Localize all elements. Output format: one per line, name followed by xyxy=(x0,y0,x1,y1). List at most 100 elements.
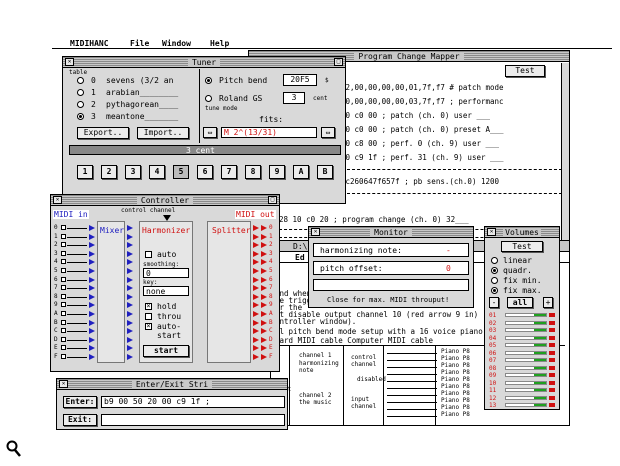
tuner-key-button[interactable]: 3 xyxy=(125,165,141,179)
midi-out-arrow-icon[interactable] xyxy=(261,259,267,266)
midi-in-arrow-icon[interactable] xyxy=(89,225,95,231)
channel-in-checkbox[interactable] xyxy=(61,233,66,239)
table-name-field[interactable]: meantone_______ xyxy=(103,111,195,122)
channel-in-checkbox[interactable] xyxy=(61,293,66,299)
midi-out-arrow-icon[interactable] xyxy=(261,268,267,274)
smoothing-value[interactable]: 0 xyxy=(143,268,189,278)
tuner-key-button[interactable]: 1 xyxy=(77,165,93,179)
midi-in-arrow-icon[interactable] xyxy=(89,328,95,335)
volume-slider[interactable] xyxy=(505,320,547,325)
fits-prev-icon[interactable]: ⇔ xyxy=(203,127,217,138)
enter-string-field[interactable]: b9 00 50 20 00 c9 1f ; xyxy=(101,396,285,408)
close-icon[interactable]: ✕ xyxy=(311,228,320,236)
volume-mode-radio[interactable] xyxy=(491,277,498,284)
midi-in-arrow-icon[interactable] xyxy=(89,285,95,292)
roland-gs-radio[interactable] xyxy=(205,95,212,102)
volume-plus-button[interactable]: + xyxy=(543,297,553,308)
fits-value[interactable]: M 2^(13/31) xyxy=(221,127,317,138)
volumes-test-button[interactable]: Test xyxy=(501,241,543,252)
channel-in-checkbox[interactable] xyxy=(61,250,66,256)
table-name-field[interactable]: arabian________ xyxy=(103,87,195,98)
hold-checkbox[interactable]: × xyxy=(145,303,152,310)
table-name-field[interactable]: pythagorean____ xyxy=(103,99,195,110)
midi-in-arrow-icon[interactable] xyxy=(89,276,95,283)
channel-in-checkbox[interactable] xyxy=(61,259,66,265)
volume-mode-radio[interactable] xyxy=(491,267,498,274)
midi-out-arrow-icon[interactable] xyxy=(261,293,267,300)
volume-slider[interactable] xyxy=(505,380,547,385)
monitor-titlebar[interactable]: ✕ Monitor xyxy=(309,227,473,238)
volume-slider[interactable] xyxy=(505,365,547,370)
pitch-bend-value[interactable]: 20F5 xyxy=(283,74,317,86)
midi-in-arrow-icon[interactable] xyxy=(89,259,95,266)
document-menu-edit[interactable]: Ed xyxy=(295,253,305,262)
menu-file[interactable]: File xyxy=(130,39,149,48)
channel-in-checkbox[interactable] xyxy=(61,319,66,325)
midi-in-arrow-icon[interactable] xyxy=(89,268,95,274)
import-button[interactable]: Import.. xyxy=(137,127,189,139)
volume-minus-button[interactable]: - xyxy=(489,297,499,308)
close-icon[interactable]: ✕ xyxy=(65,58,74,66)
midi-out-arrow-icon[interactable] xyxy=(261,233,267,240)
fullscreen-icon[interactable]: □ xyxy=(334,58,343,66)
menu-window[interactable]: Window xyxy=(162,39,191,48)
table-radio[interactable] xyxy=(77,113,84,120)
tuner-key-button[interactable]: 4 xyxy=(149,165,165,179)
midi-in-arrow-icon[interactable] xyxy=(89,293,95,300)
volume-slider[interactable] xyxy=(505,403,547,407)
close-icon[interactable]: ✕ xyxy=(53,196,62,204)
channel-in-checkbox[interactable] xyxy=(61,276,66,282)
volume-slider[interactable] xyxy=(505,350,547,355)
midi-in-arrow-icon[interactable] xyxy=(89,233,95,240)
midi-in-arrow-icon[interactable] xyxy=(89,242,95,249)
midi-in-arrow-icon[interactable] xyxy=(89,250,95,257)
channel-in-checkbox[interactable] xyxy=(61,268,66,273)
volume-slider[interactable] xyxy=(505,395,547,400)
export-button[interactable]: Export.. xyxy=(77,127,129,139)
table-name-field[interactable]: sevens (3/2 an xyxy=(103,75,195,86)
enter-button[interactable]: Enter: xyxy=(63,396,97,408)
midi-out-arrow-icon[interactable] xyxy=(261,302,267,309)
exit-string-field[interactable] xyxy=(101,414,285,426)
midi-out-arrow-icon[interactable] xyxy=(261,345,267,352)
close-icon[interactable]: ✕ xyxy=(59,380,68,388)
midi-out-arrow-icon[interactable] xyxy=(261,242,267,249)
tuner-titlebar[interactable]: ✕ Tuner □ xyxy=(63,57,345,68)
tuner-key-button[interactable]: 7 xyxy=(221,165,237,179)
volume-all-button[interactable]: all xyxy=(507,297,533,308)
roland-gs-value[interactable]: 3 xyxy=(283,92,305,104)
midi-in-arrow-icon[interactable] xyxy=(89,336,95,343)
channel-in-checkbox[interactable] xyxy=(61,328,66,334)
tuner-key-button[interactable]: 2 xyxy=(101,165,117,179)
midi-out-arrow-icon[interactable] xyxy=(261,225,267,231)
table-radio[interactable] xyxy=(77,101,84,108)
tuner-key-button[interactable]: 5 xyxy=(173,165,189,179)
volume-slider[interactable] xyxy=(505,313,547,317)
volumes-titlebar[interactable]: ✕ Volumes xyxy=(485,227,559,238)
channel-in-checkbox[interactable] xyxy=(61,225,66,230)
tuner-key-button[interactable]: 8 xyxy=(245,165,261,179)
tuner-key-button[interactable]: A xyxy=(293,165,309,179)
autostart-checkbox[interactable]: × xyxy=(145,323,152,330)
start-button[interactable]: start xyxy=(143,345,189,357)
midi-out-arrow-icon[interactable] xyxy=(261,319,267,326)
table-radio[interactable] xyxy=(77,89,84,96)
pitch-bend-radio[interactable] xyxy=(205,77,212,84)
volume-mode-radio[interactable] xyxy=(491,257,498,264)
midi-in-arrow-icon[interactable] xyxy=(89,354,95,360)
midi-in-arrow-icon[interactable] xyxy=(89,319,95,326)
auto-checkbox[interactable] xyxy=(145,251,152,258)
menu-help[interactable]: Help xyxy=(210,39,229,48)
midi-out-arrow-icon[interactable] xyxy=(261,336,267,343)
midi-out-arrow-icon[interactable] xyxy=(261,354,267,360)
mapper-test-button[interactable]: Test xyxy=(505,65,545,77)
fullscreen-icon[interactable]: □ xyxy=(268,196,277,204)
table-radio[interactable] xyxy=(77,77,84,84)
exit-button[interactable]: Exit: xyxy=(63,414,97,426)
midi-out-arrow-icon[interactable] xyxy=(261,276,267,283)
volume-slider[interactable] xyxy=(505,328,547,332)
midi-in-arrow-icon[interactable] xyxy=(89,345,95,352)
channel-in-checkbox[interactable] xyxy=(61,302,66,308)
volume-slider[interactable] xyxy=(505,358,547,362)
midi-out-arrow-icon[interactable] xyxy=(261,311,267,317)
